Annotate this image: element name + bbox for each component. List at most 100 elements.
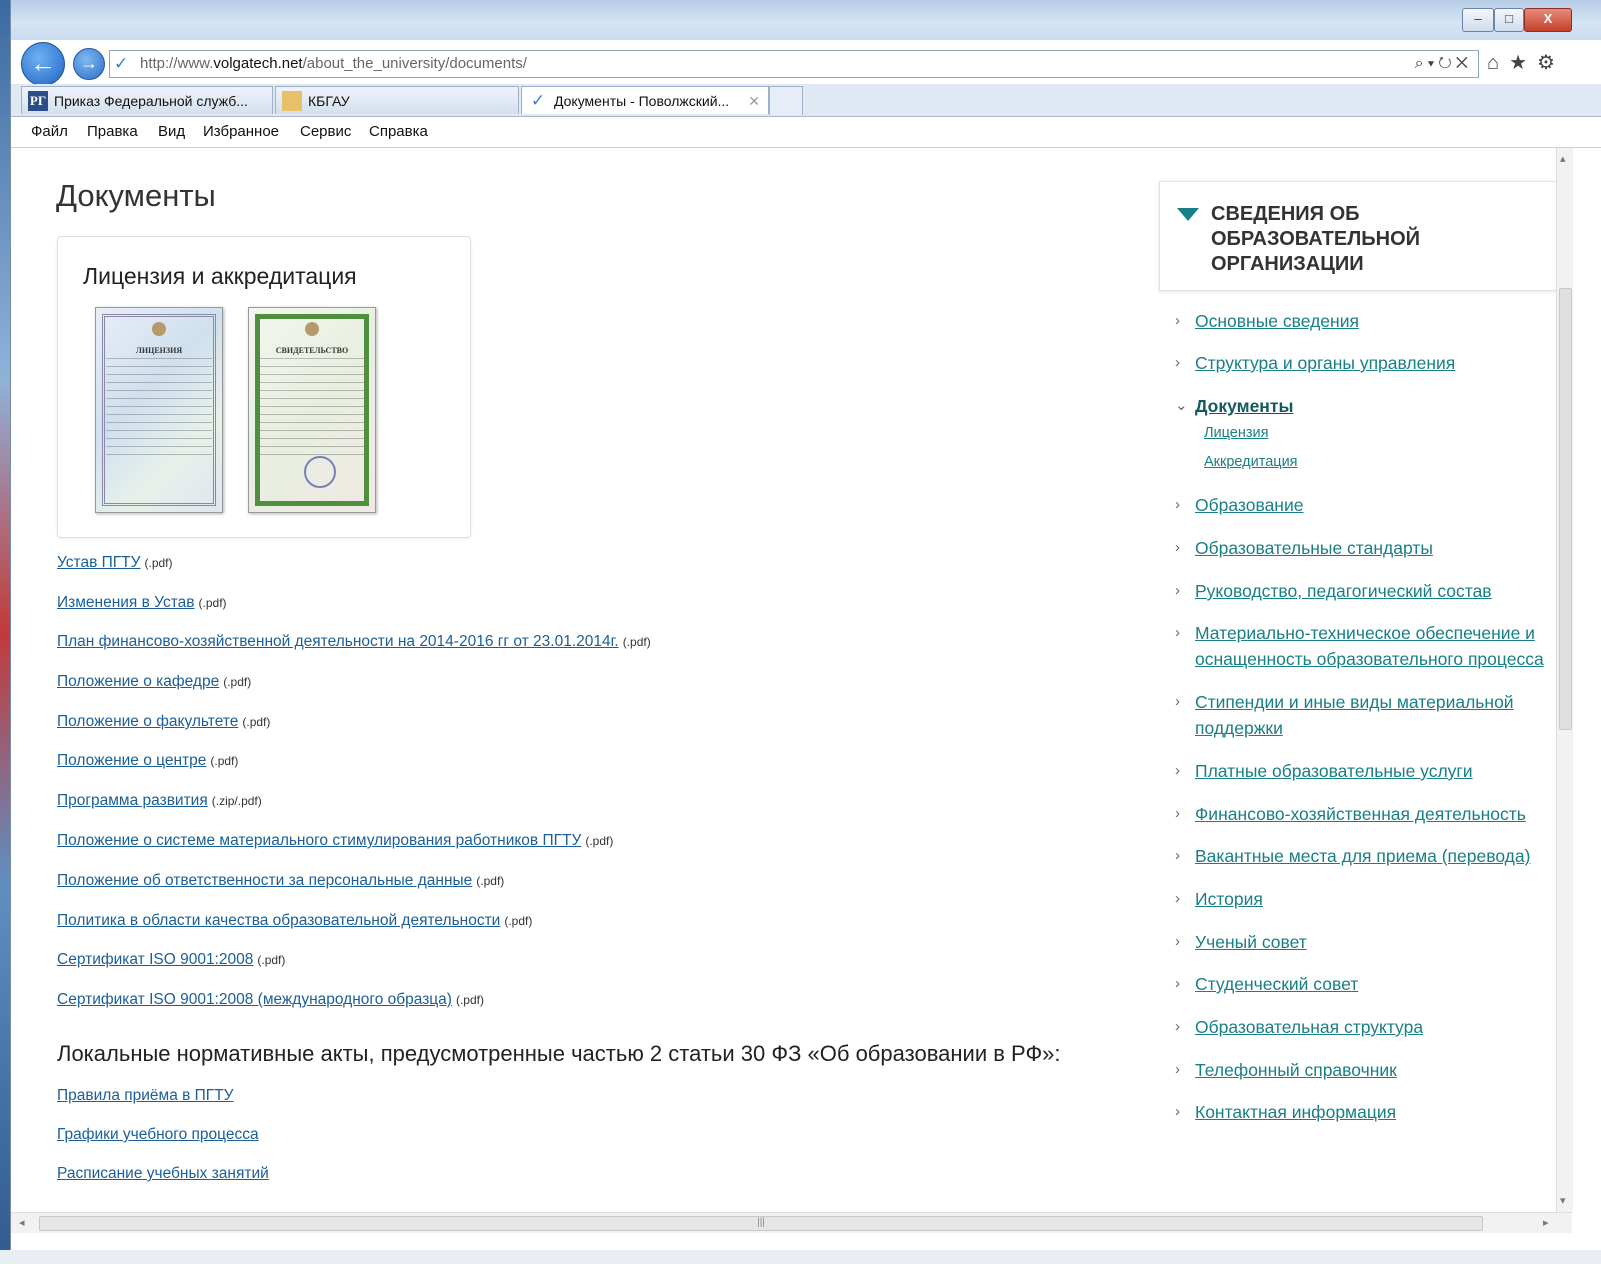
menu-tools[interactable]: Сервис <box>300 123 351 140</box>
chevron-right-icon: › <box>1175 805 1180 822</box>
scroll-right-icon[interactable]: ▸ <box>1543 1216 1549 1229</box>
maximize-button[interactable]: □ <box>1494 8 1524 32</box>
document-link[interactable]: Устав ПГТУ <box>57 554 141 571</box>
act-link[interactable]: Расписание учебных занятий <box>57 1165 269 1182</box>
document-link[interactable]: Сертификат ISO 9001:2008 (международного… <box>57 991 452 1008</box>
sidebar-item-label[interactable]: Образовательная структура <box>1195 1014 1555 1040</box>
chevron-right-icon: › <box>1175 354 1180 371</box>
tab-bar: РГ Приказ Федеральной служб... КБГАУ ✓ Д… <box>11 84 1601 117</box>
menu-file[interactable]: Файл <box>31 123 68 140</box>
page-title: Документы <box>56 178 216 213</box>
sidebar-item-label[interactable]: Образование <box>1195 492 1555 518</box>
search-icon[interactable]: ⌕ <box>1415 55 1428 72</box>
chevron-right-icon: › <box>1175 847 1180 864</box>
address-text[interactable]: http://www.volgatech.net/about_the_unive… <box>140 51 527 77</box>
sidebar-item-label[interactable]: Платные образовательные услуги <box>1195 758 1555 784</box>
license-box-title: Лицензия и аккредитация <box>83 263 357 289</box>
vertical-scroll-thumb[interactable] <box>1559 288 1572 730</box>
menu-view[interactable]: Вид <box>158 123 185 140</box>
sidebar-item-label[interactable]: Структура и органы управления <box>1195 350 1555 376</box>
act-item: Графики учебного процесса <box>57 1126 259 1144</box>
sidebar-item-label[interactable]: История <box>1195 886 1555 912</box>
chevron-right-icon: › <box>1175 624 1180 641</box>
document-link[interactable]: Положение о кафедре <box>57 673 219 690</box>
document-link[interactable]: Положение о факультете <box>57 713 238 730</box>
tab-documents[interactable]: ✓ Документы - Поволжский... ✕ <box>521 86 769 114</box>
act-link[interactable]: Графики учебного процесса <box>57 1126 259 1143</box>
tab-rg[interactable]: РГ Приказ Федеральной служб... <box>21 86 273 114</box>
file-extension: (.pdf) <box>585 834 614 848</box>
file-extension: (.pdf) <box>198 596 227 610</box>
document-link[interactable]: Сертификат ISO 9001:2008 <box>57 951 253 968</box>
document-item: Сертификат ISO 9001:2008 (международного… <box>57 991 484 1009</box>
horizontal-scroll-thumb[interactable]: ||| <box>39 1216 1483 1231</box>
sidebar-item-label[interactable]: Телефонный справочник <box>1195 1057 1555 1083</box>
sidebar-item-label[interactable]: Руководство, педагогический состав <box>1195 578 1555 604</box>
file-extension: (.pdf) <box>622 635 651 649</box>
local-acts-heading: Локальные нормативные акты, предусмотрен… <box>57 1041 1061 1066</box>
sidebar-item-label[interactable]: Ученый совет <box>1195 929 1555 955</box>
sidebar-title: СВЕДЕНИЯ ОБ ОБРАЗОВАТЕЛЬНОЙ ОРГАНИЗАЦИИ <box>1211 203 1421 275</box>
chevron-right-icon: › <box>1175 933 1180 950</box>
triangle-down-icon <box>1177 208 1199 221</box>
menu-edit[interactable]: Правка <box>87 123 138 140</box>
chevron-right-icon: › <box>1175 975 1180 992</box>
sidebar-item-label[interactable]: Образовательные стандарты <box>1195 535 1555 561</box>
favorites-icon[interactable]: ★ <box>1509 52 1537 74</box>
license-image[interactable]: ЛИЦЕНЗИЯ <box>95 307 223 513</box>
close-window-button[interactable]: X <box>1524 8 1572 32</box>
dropdown-icon[interactable]: ▾ <box>1428 55 1439 72</box>
gear-icon[interactable]: ⚙ <box>1537 52 1565 74</box>
document-link[interactable]: Положение о системе материального стимул… <box>57 832 581 849</box>
chevron-right-icon: › <box>1175 890 1180 907</box>
sidebar-item-label[interactable]: Контактная информация <box>1195 1099 1555 1125</box>
document-link[interactable]: Положение о центре <box>57 752 206 769</box>
address-bar[interactable]: ✓ http://www.volgatech.net/about_the_uni… <box>109 50 1479 78</box>
sidebar-item-label[interactable]: Финансово-хозяйственная деятельность <box>1195 801 1555 827</box>
stop-icon[interactable]: ✕ <box>1456 55 1472 72</box>
menu-bar: Файл Правка Вид Избранное Сервис Справка <box>11 117 1601 148</box>
document-item: Положение о факультете (.pdf) <box>57 713 270 731</box>
minimize-button[interactable]: – <box>1462 8 1494 32</box>
sidebar-item-label[interactable]: Вакантные места для приема (перевода) <box>1195 843 1555 869</box>
accreditation-image[interactable]: СВИДЕТЕЛЬСТВО <box>248 307 376 513</box>
horizontal-scrollbar[interactable]: ◂ ||| ▸ <box>11 1212 1572 1233</box>
act-link[interactable]: Правила приёма в ПГТУ <box>57 1087 234 1104</box>
cert-heading: ЛИЦЕНЗИЯ <box>135 346 183 355</box>
menu-favorites[interactable]: Избранное <box>203 123 279 140</box>
vertical-scrollbar[interactable]: ▴ ▾ <box>1556 148 1573 1212</box>
close-tab-icon[interactable]: ✕ <box>748 87 760 114</box>
sidebar-item-label[interactable]: Материально-техническое обеспечение и ос… <box>1195 620 1555 672</box>
sidebar-item-label[interactable]: Стипендии и иные виды материальной подде… <box>1195 689 1555 741</box>
scroll-up-icon[interactable]: ▴ <box>1560 152 1566 165</box>
document-link[interactable]: Политика в области качества образователь… <box>57 912 500 929</box>
taskbar-edge <box>0 1250 1601 1264</box>
back-button[interactable]: ← <box>21 42 65 86</box>
sidebar-header[interactable]: СВЕДЕНИЯ ОБ ОБРАЗОВАТЕЛЬНОЙ ОРГАНИЗАЦИИ <box>1159 181 1556 291</box>
document-link[interactable]: План финансово-хозяйственной деятельност… <box>57 633 619 650</box>
license-box: Лицензия и аккредитация ЛИЦЕНЗИЯ СВИДЕТЕ… <box>57 236 471 538</box>
tab-kbgau[interactable]: КБГАУ <box>275 86 519 114</box>
sidebar-subitem-license[interactable]: Лицензия <box>1204 425 1268 441</box>
sidebar-item-label[interactable]: Документы <box>1195 393 1555 419</box>
act-item: Расписание учебных занятий <box>57 1165 269 1183</box>
tab-label: Приказ Федеральной служб... <box>54 93 248 109</box>
document-link[interactable]: Изменения в Устав <box>57 594 195 611</box>
menu-help[interactable]: Справка <box>369 123 428 140</box>
document-link[interactable]: Положение об ответственности за персонал… <box>57 872 472 889</box>
site-icon: ✓ <box>114 54 129 73</box>
desktop-edge <box>0 0 10 1264</box>
sidebar-subitem-accreditation[interactable]: Аккредитация <box>1204 454 1298 470</box>
chevron-right-icon: › <box>1175 762 1180 779</box>
document-link[interactable]: Программа развития <box>57 792 208 809</box>
scroll-down-icon[interactable]: ▾ <box>1560 1194 1566 1207</box>
tab-label: КБГАУ <box>308 93 350 109</box>
sidebar-item-label[interactable]: Студенческий совет <box>1195 971 1555 997</box>
home-icon[interactable]: ⌂ <box>1487 52 1509 74</box>
scroll-left-icon[interactable]: ◂ <box>19 1216 25 1229</box>
refresh-icon[interactable]: ↻ <box>1438 55 1456 72</box>
forward-button[interactable]: → <box>73 48 105 80</box>
document-item: План финансово-хозяйственной деятельност… <box>57 633 651 651</box>
new-tab-button[interactable] <box>769 86 803 115</box>
sidebar-item-label[interactable]: Основные сведения <box>1195 308 1555 334</box>
